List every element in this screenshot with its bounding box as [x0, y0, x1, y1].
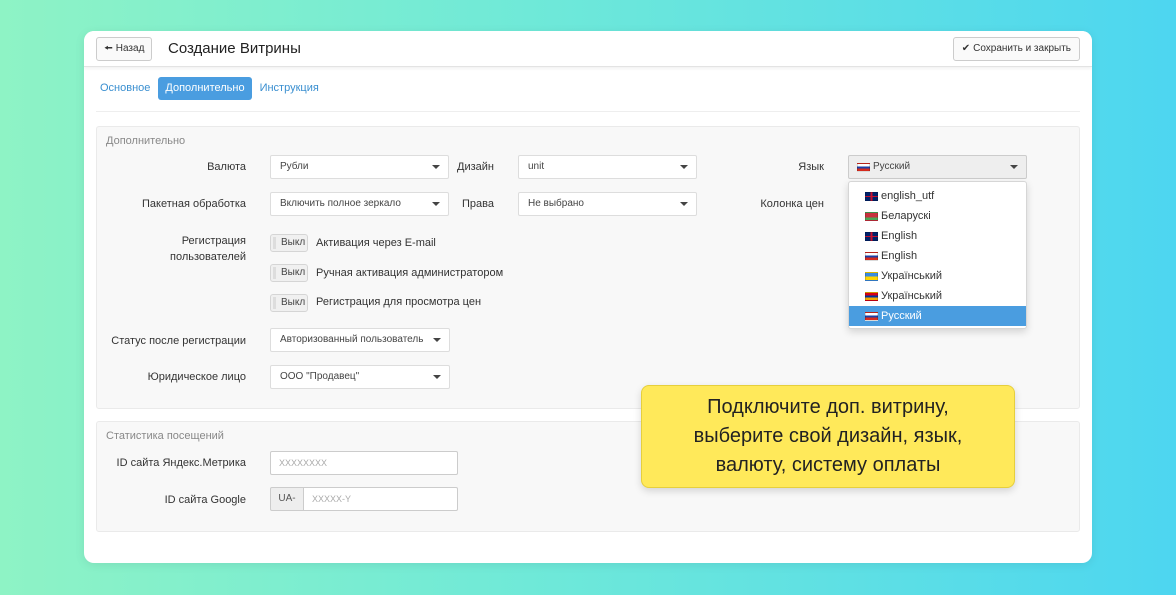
price-column-label: Колонка цен	[760, 198, 824, 210]
promo-callout: Подключите доп. витрину, выберите свой д…	[641, 385, 1015, 488]
language-option[interactable]: Український	[849, 286, 1026, 306]
chevron-down-icon	[432, 202, 440, 206]
chevron-down-icon	[680, 202, 688, 206]
chevron-down-icon	[680, 165, 688, 169]
chevron-down-icon	[433, 338, 441, 342]
save-label: Сохранить и закрыть	[973, 43, 1071, 54]
language-dropdown: english_utf Беларускі English English Ук…	[848, 181, 1027, 329]
legal-entity-value: ООО "Продавец"	[280, 371, 360, 382]
chevron-down-icon	[433, 375, 441, 379]
checkmark-icon: ✔	[961, 43, 971, 54]
yandex-label: ID сайта Яндекс.Метрика	[116, 457, 246, 469]
language-select[interactable]: Русский	[848, 155, 1027, 179]
currency-value: Рубли	[280, 161, 309, 172]
tab-instruction[interactable]: Инструкция	[256, 77, 323, 100]
rights-label: Права	[462, 198, 494, 210]
chevron-down-icon	[1010, 165, 1018, 169]
belarus-flag-icon	[865, 211, 878, 221]
currency-select[interactable]: Рубли	[270, 155, 449, 179]
back-label: Назад	[115, 43, 145, 54]
back-button[interactable]: 🠘 Назад	[96, 37, 153, 61]
language-option[interactable]: english_utf	[849, 186, 1026, 206]
ukraine-flag-icon	[865, 271, 878, 281]
registration-label: Регистрация пользователей	[170, 235, 246, 263]
email-activation-label: Активация через E-mail	[316, 237, 436, 249]
save-and-close-button[interactable]: ✔ Сохранить и закрыть	[952, 37, 1080, 61]
rights-select[interactable]: Не выбрано	[518, 192, 697, 216]
tab-main[interactable]: Основное	[96, 77, 154, 100]
option-label: English	[881, 230, 918, 242]
section-title: Дополнительно	[106, 135, 186, 147]
google-analytics-input[interactable]: XXXXX-Y	[303, 487, 458, 511]
rights-value: Не выбрано	[528, 198, 584, 209]
batch-value: Включить полное зеркало	[280, 198, 401, 209]
russia-flag-icon	[865, 311, 878, 321]
chevron-down-icon	[432, 165, 440, 169]
divider	[96, 111, 1080, 112]
uk-flag-icon	[865, 191, 878, 201]
option-label: Русский	[881, 310, 922, 322]
page-title: Создание Витрины	[168, 40, 301, 57]
price-registration-toggle[interactable]: Выкл	[270, 294, 308, 312]
legal-entity-label: Юридическое лицо	[147, 371, 246, 383]
design-label: Дизайн	[457, 161, 494, 173]
tab-bar: Основное Дополнительно Инструкция	[96, 77, 323, 101]
language-option[interactable]: English	[849, 246, 1026, 266]
currency-label: Валюта	[207, 161, 246, 173]
design-select[interactable]: unit	[518, 155, 697, 179]
design-value: unit	[528, 161, 545, 172]
email-activation-toggle[interactable]: Выкл	[270, 234, 308, 252]
section-title: Статистика посещений	[106, 430, 224, 442]
language-option-selected[interactable]: Русский	[849, 306, 1026, 326]
option-label: English	[881, 250, 918, 262]
legal-entity-select[interactable]: ООО "Продавец"	[270, 365, 450, 389]
option-label: Український	[881, 270, 943, 282]
price-registration-label: Регистрация для просмотра цен	[316, 296, 482, 308]
language-label: Язык	[798, 161, 824, 173]
status-after-select[interactable]: Авторизованный пользователь	[270, 328, 450, 352]
option-label: english_utf	[881, 190, 935, 202]
arrow-left-icon: 🠘	[104, 43, 113, 54]
russia-flag-icon	[865, 251, 878, 261]
google-prefix: UA-	[270, 487, 304, 511]
option-label: Український	[881, 290, 943, 302]
status-after-value: Авторизованный пользователь	[280, 334, 424, 345]
option-label: Беларускі	[881, 210, 931, 222]
batch-select[interactable]: Включить полное зеркало	[270, 192, 449, 216]
language-option[interactable]: Беларускі	[849, 206, 1026, 226]
google-label: ID сайта Google	[164, 494, 246, 506]
language-option[interactable]: Український	[849, 266, 1026, 286]
top-bar: 🠘 Назад Создание Витрины ✔ Сохранить и з…	[84, 31, 1092, 67]
language-option[interactable]: English	[849, 226, 1026, 246]
manual-activation-label: Ручная активация администратором	[316, 267, 504, 279]
tab-additional[interactable]: Дополнительно	[158, 77, 252, 100]
status-after-label: Статус после регистрации	[111, 335, 246, 347]
armenia-flag-icon	[865, 291, 878, 301]
uk-flag-icon	[865, 231, 878, 241]
russia-flag-icon	[857, 162, 870, 172]
language-value: Русский	[873, 161, 911, 172]
manual-activation-toggle[interactable]: Выкл	[270, 264, 308, 282]
batch-label: Пакетная обработка	[142, 198, 246, 210]
yandex-metrika-input[interactable]: XXXXXXXX	[270, 451, 458, 475]
